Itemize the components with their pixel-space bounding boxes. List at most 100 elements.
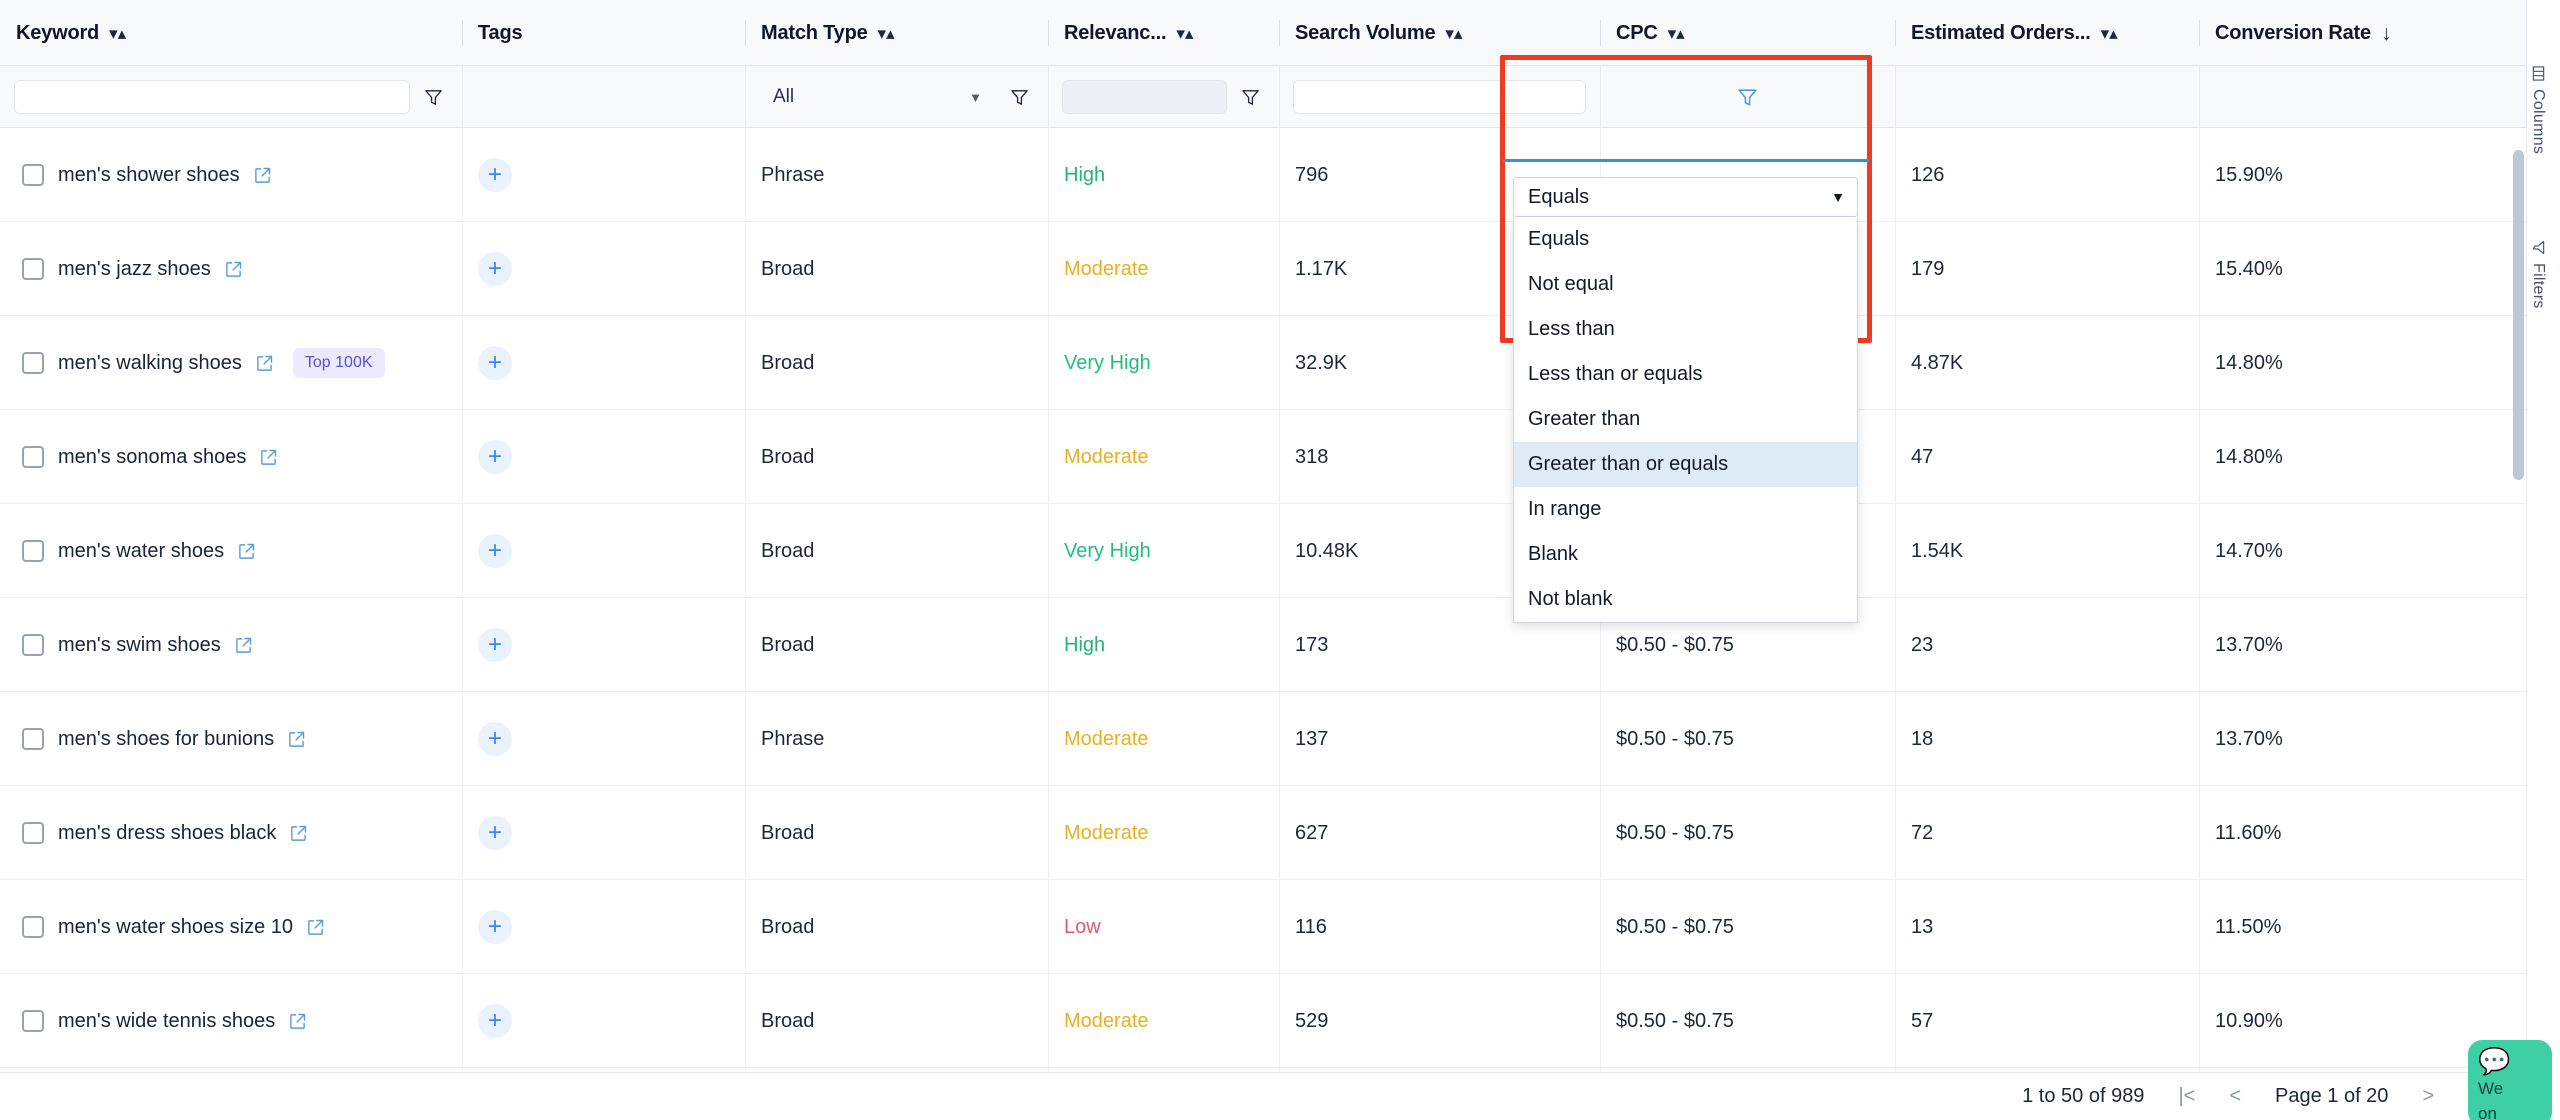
external-link-icon[interactable]: [238, 543, 255, 560]
column-header-tags[interactable]: Tags: [462, 0, 745, 66]
sort-descending-icon[interactable]: ↓: [2381, 23, 2392, 44]
table-row[interactable]: men's dress shoes black + Broad Moderate 627…: [0, 786, 2545, 880]
match-type-filter-value: All: [773, 86, 795, 107]
relevance-filter-input[interactable]: [1062, 80, 1227, 114]
next-page-button[interactable]: >: [2422, 1085, 2434, 1108]
sort-both-icon[interactable]: ▾▴: [109, 25, 126, 42]
dropdown-option[interactable]: Not blank: [1514, 577, 1857, 622]
chat-widget-line1: We: [2478, 1079, 2504, 1098]
table-row[interactable]: men's walking shoes Top 100K + Broad Very Hi…: [0, 316, 2545, 410]
column-header-estimated-orders[interactable]: Estimated Orders... ▾▴: [1895, 0, 2199, 66]
table-row[interactable]: men's swim shoes + Broad High 173 $0.50 - $0.…: [0, 598, 2545, 692]
keyword-text: men's jazz shoes: [58, 257, 211, 280]
vertical-scrollbar-thumb[interactable]: [2513, 150, 2524, 480]
column-header-relevance[interactable]: Relevanc... ▾▴: [1048, 0, 1279, 66]
external-link-icon[interactable]: [307, 919, 324, 936]
keyword-text: men's water shoes: [58, 539, 225, 562]
table-row[interactable]: men's wide tennis shoes + Broad Moderate 529…: [0, 974, 2545, 1068]
pagination-page-text: Page 1 of 20: [2275, 1085, 2389, 1107]
cell-relevance: Very High: [1048, 316, 1279, 410]
row-checkbox[interactable]: [22, 258, 44, 280]
column-header-match-type[interactable]: Match Type ▾▴: [745, 0, 1048, 66]
cell-keyword: men's swim shoes: [0, 598, 462, 692]
dropdown-option[interactable]: Less than: [1514, 307, 1857, 352]
dropdown-option[interactable]: Blank: [1514, 532, 1857, 577]
chat-widget-button[interactable]: 💬 We on: [2468, 1040, 2552, 1120]
external-link-icon[interactable]: [288, 731, 305, 748]
pagination-bar: 1 to 50 of 989 |< < Page 1 of 20 > >|: [0, 1072, 2545, 1120]
table-row[interactable]: men's shoes for bunions + Phrase Moderate 13…: [0, 692, 2545, 786]
dropdown-option[interactable]: Greater than or equals: [1514, 442, 1857, 487]
row-checkbox[interactable]: [22, 822, 44, 844]
row-checkbox[interactable]: [22, 164, 44, 186]
funnel-icon[interactable]: [418, 82, 448, 112]
add-tag-button[interactable]: +: [478, 346, 512, 380]
dropdown-option[interactable]: Less than or equals: [1514, 352, 1857, 397]
rail-tab-filters[interactable]: Filters: [2529, 240, 2547, 309]
cell-conversion-rate: 15.90%: [2199, 128, 2544, 222]
add-tag-button[interactable]: +: [478, 252, 512, 286]
dropdown-option[interactable]: Not equal: [1514, 262, 1857, 307]
table-row[interactable]: men's sonoma shoes + Broad Moderate 318 47 14.…: [0, 410, 2545, 504]
external-link-icon[interactable]: [290, 825, 307, 842]
row-checkbox[interactable]: [22, 916, 44, 938]
add-tag-button[interactable]: +: [478, 158, 512, 192]
add-tag-button[interactable]: +: [478, 440, 512, 474]
column-header-cpc[interactable]: CPC ▾▴: [1600, 0, 1895, 66]
match-type-filter-select[interactable]: All ▼: [759, 77, 996, 117]
row-checkbox[interactable]: [22, 446, 44, 468]
sort-both-icon[interactable]: ▾▴: [1668, 25, 1685, 42]
previous-page-button[interactable]: <: [2229, 1085, 2241, 1108]
rail-tab-columns[interactable]: Columns: [2529, 66, 2547, 154]
row-checkbox[interactable]: [22, 728, 44, 750]
table-row[interactable]: men's water shoes + Broad Very High 10.48K 1.…: [0, 504, 2545, 598]
chat-bubble-icon: 💬: [2478, 1046, 2511, 1076]
external-link-icon[interactable]: [289, 1013, 306, 1030]
sort-both-icon[interactable]: ▾▴: [1176, 25, 1193, 42]
search-volume-filter-input[interactable]: [1293, 80, 1586, 114]
cpc-filter-operator-dropdown[interactable]: Equals ▼ Equals Not equal Less than Less th…: [1513, 177, 1858, 623]
dropdown-option[interactable]: In range: [1514, 487, 1857, 532]
sort-both-icon[interactable]: ▾▴: [878, 25, 895, 42]
table-row[interactable]: men's water shoes size 10 + Broad Low 116 $0.…: [0, 880, 2545, 974]
funnel-icon[interactable]: [1733, 82, 1763, 112]
column-header-search-volume[interactable]: Search Volume ▾▴: [1279, 0, 1600, 66]
cell-keyword: men's jazz shoes: [0, 222, 462, 316]
column-header-keyword[interactable]: Keyword ▾▴: [0, 0, 462, 66]
column-header-label: Relevanc...: [1064, 21, 1167, 44]
external-link-icon[interactable]: [254, 167, 271, 184]
column-header-label: CPC: [1616, 21, 1658, 44]
table-row[interactable]: men's shower shoes + Phrase High 796 126 15.90…: [0, 128, 2545, 222]
external-link-icon[interactable]: [260, 449, 277, 466]
dropdown-option[interactable]: Equals: [1514, 217, 1857, 262]
cell-estimated-orders: 23: [1895, 598, 2199, 692]
row-checkbox[interactable]: [22, 634, 44, 656]
column-header-label: Estimated Orders...: [1911, 21, 2091, 44]
add-tag-button[interactable]: +: [478, 628, 512, 662]
add-tag-button[interactable]: +: [478, 534, 512, 568]
keyword-filter-input[interactable]: [14, 80, 410, 114]
add-tag-button[interactable]: +: [478, 910, 512, 944]
sort-both-icon[interactable]: ▾▴: [1445, 25, 1462, 42]
funnel-icon[interactable]: [1004, 82, 1034, 112]
table-row[interactable]: men's jazz shoes + Broad Moderate 1.17K 179 15…: [0, 222, 2545, 316]
row-checkbox[interactable]: [22, 1010, 44, 1032]
dropdown-option[interactable]: Greater than: [1514, 397, 1857, 442]
add-tag-button[interactable]: +: [478, 722, 512, 756]
external-link-icon[interactable]: [256, 355, 273, 372]
add-tag-button[interactable]: +: [478, 816, 512, 850]
funnel-icon[interactable]: [1235, 82, 1265, 112]
cell-estimated-orders: 47: [1895, 410, 2199, 504]
row-checkbox[interactable]: [22, 540, 44, 562]
sort-both-icon[interactable]: ▾▴: [2101, 25, 2118, 42]
external-link-icon[interactable]: [225, 261, 242, 278]
column-header-conversion-rate[interactable]: Conversion Rate ↓: [2199, 0, 2544, 66]
cell-cpc: $0.50 - $0.75: [1600, 974, 1895, 1068]
add-tag-button[interactable]: +: [478, 1004, 512, 1038]
keyword-text: men's walking shoes: [58, 351, 242, 374]
first-page-button[interactable]: |<: [2178, 1085, 2195, 1108]
row-checkbox[interactable]: [22, 352, 44, 374]
dropdown-trigger[interactable]: Equals ▼: [1513, 177, 1858, 217]
external-link-icon[interactable]: [235, 637, 252, 654]
table-filter-row: All ▼: [0, 66, 2545, 128]
